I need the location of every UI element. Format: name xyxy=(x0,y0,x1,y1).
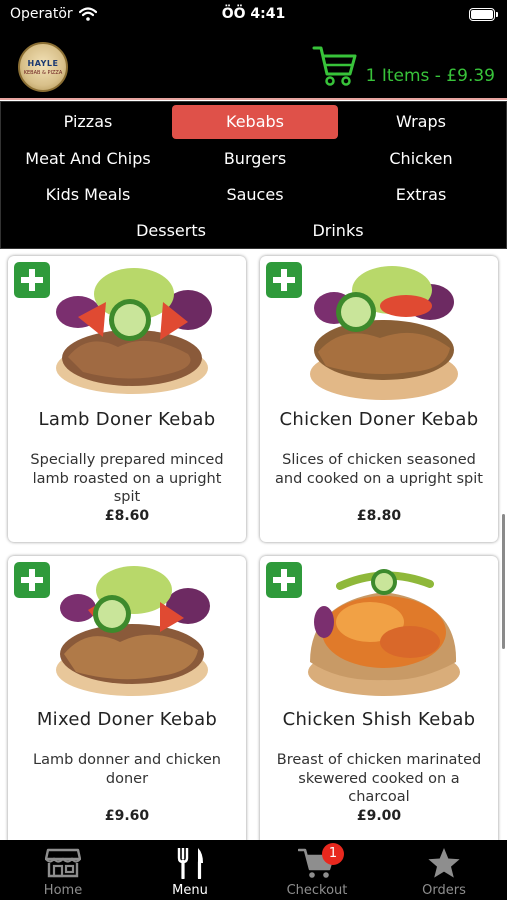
tab-checkout[interactable]: 1 Checkout xyxy=(254,840,380,900)
product-card[interactable]: Mixed Doner Kebab Lamb donner and chicke… xyxy=(8,556,246,840)
category-sauces[interactable]: Sauces xyxy=(172,178,338,212)
cart-count-badge: 1 xyxy=(322,843,344,865)
status-bar: Operatör ÖÖ 4:41 xyxy=(0,0,507,30)
add-to-cart-button[interactable] xyxy=(266,562,302,598)
logo-subtext: KEBAB & PIZZA xyxy=(23,69,63,76)
cart-icon xyxy=(312,46,357,86)
chicken-shish-kebab-image xyxy=(308,569,460,696)
add-to-cart-button[interactable] xyxy=(14,562,50,598)
add-to-cart-button[interactable] xyxy=(266,262,302,298)
category-nav: Pizzas Kebabs Wraps Meat And Chips Burge… xyxy=(0,101,507,249)
tab-menu-label: Menu xyxy=(172,883,208,898)
category-kebabs[interactable]: Kebabs xyxy=(172,105,338,139)
cart-summary-button[interactable]: 1 Items - £9.39 xyxy=(312,44,495,88)
category-burgers[interactable]: Burgers xyxy=(172,142,338,176)
add-to-cart-button[interactable] xyxy=(14,262,50,298)
star-icon xyxy=(428,848,460,878)
tab-menu[interactable]: Menu xyxy=(127,840,253,900)
bottom-tab-bar: Home Menu 1 Checkout Orders xyxy=(0,840,507,900)
category-wraps[interactable]: Wraps xyxy=(338,105,504,139)
category-kids-meals[interactable]: Kids Meals xyxy=(5,178,171,212)
product-name: Mixed Doner Kebab xyxy=(36,709,218,730)
category-meat-and-chips[interactable]: Meat And Chips xyxy=(5,142,171,176)
cart-summary-text: 1 Items - £9.39 xyxy=(365,66,495,86)
tab-home-label: Home xyxy=(43,883,83,898)
product-price: £8.60 xyxy=(104,508,150,524)
product-name: Chicken Shish Kebab xyxy=(282,709,476,730)
product-grid: Lamb Doner Kebab Specially prepared minc… xyxy=(0,249,507,840)
tab-checkout-label: Checkout xyxy=(286,883,348,898)
mixed-doner-kebab-image xyxy=(56,566,210,696)
fork-knife-icon xyxy=(177,848,203,879)
app-header: HAYLE KEBAB & PIZZA 1 Items - £9.39 xyxy=(0,30,507,100)
category-desserts[interactable]: Desserts xyxy=(88,214,254,248)
product-description: Slices of chicken seasoned and cooked on… xyxy=(275,452,483,487)
tab-orders-label: Orders xyxy=(422,883,466,898)
product-description: Lamb donner and chicken doner xyxy=(33,752,221,787)
product-price: £8.80 xyxy=(356,508,402,524)
product-price: £9.00 xyxy=(356,808,402,824)
category-extras[interactable]: Extras xyxy=(338,178,504,212)
tab-orders[interactable]: Orders xyxy=(381,840,507,900)
lamb-doner-kebab-image xyxy=(56,268,212,394)
battery-icon xyxy=(469,8,498,21)
product-name: Chicken Doner Kebab xyxy=(279,409,479,430)
product-card[interactable]: Chicken Shish Kebab Breast of chicken ma… xyxy=(260,556,498,840)
chicken-doner-kebab-image xyxy=(310,266,458,400)
product-card[interactable]: Chicken Doner Kebab Slices of chicken se… xyxy=(260,256,498,542)
restaurant-logo[interactable]: HAYLE KEBAB & PIZZA xyxy=(18,42,68,92)
category-pizzas[interactable]: Pizzas xyxy=(5,105,171,139)
store-icon xyxy=(45,848,81,878)
category-chicken[interactable]: Chicken xyxy=(338,142,504,176)
scrollbar[interactable] xyxy=(502,514,505,649)
product-name: Lamb Doner Kebab xyxy=(38,409,216,430)
product-description: Specially prepared minced lamb roasted o… xyxy=(30,452,224,505)
tab-home[interactable]: Home xyxy=(0,840,126,900)
product-description: Breast of chicken marinated skewered coo… xyxy=(276,752,482,805)
logo-text: HAYLE xyxy=(27,58,59,68)
product-price: £9.60 xyxy=(104,808,150,824)
status-time: ÖÖ 4:41 xyxy=(221,6,286,22)
product-card[interactable]: Lamb Doner Kebab Specially prepared minc… xyxy=(8,256,246,542)
category-drinks[interactable]: Drinks xyxy=(255,214,421,248)
